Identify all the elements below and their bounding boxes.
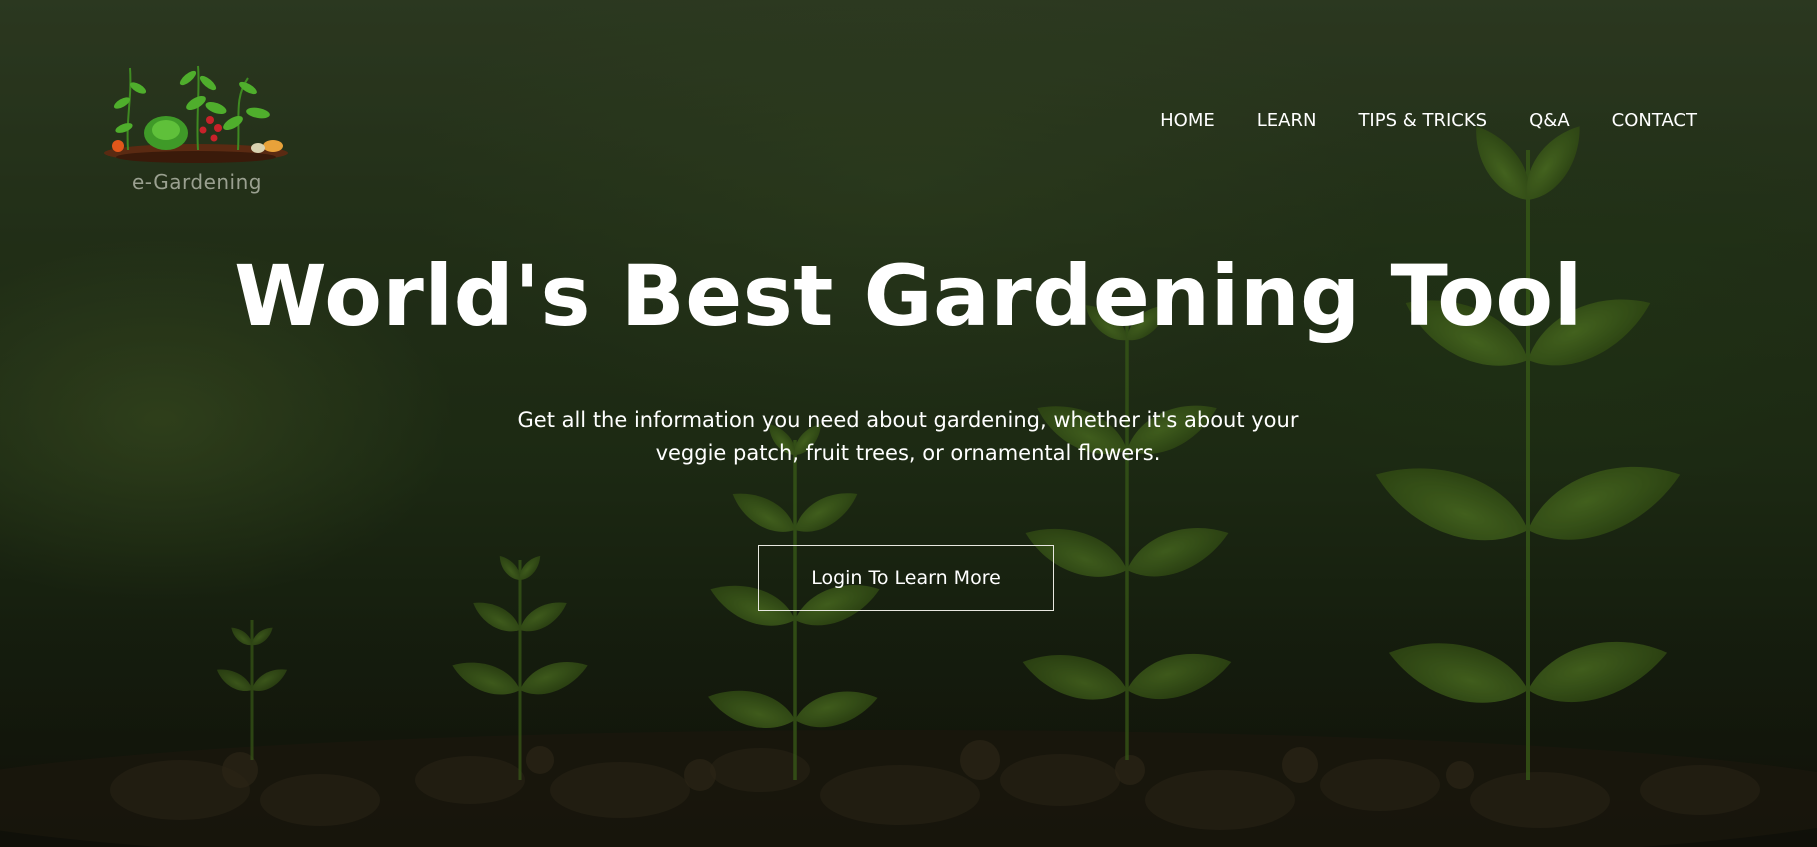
brand-name: e-Gardening [132, 170, 262, 194]
nav-item-home[interactable]: HOME [1160, 110, 1215, 131]
main-nav: HOME LEARN TIPS & TRICKS Q&A CONTACT [1160, 110, 1697, 131]
hero-subtitle: Get all the information you need about g… [517, 408, 1299, 465]
garden-plants-logo-icon [104, 65, 288, 163]
nav-item-tips-tricks[interactable]: TIPS & TRICKS [1358, 110, 1487, 131]
nav-item-qa[interactable]: Q&A [1529, 110, 1570, 131]
login-button[interactable]: Login To Learn More [758, 545, 1054, 611]
nav-item-learn[interactable]: LEARN [1257, 110, 1317, 131]
hero-title: World's Best Gardening Tool [234, 247, 1583, 345]
hero-section: e-Gardening HOME LEARN TIPS & TRICKS Q&A… [0, 0, 1817, 847]
nav-item-contact[interactable]: CONTACT [1612, 110, 1697, 131]
brand-logo[interactable]: e-Gardening [98, 58, 298, 198]
